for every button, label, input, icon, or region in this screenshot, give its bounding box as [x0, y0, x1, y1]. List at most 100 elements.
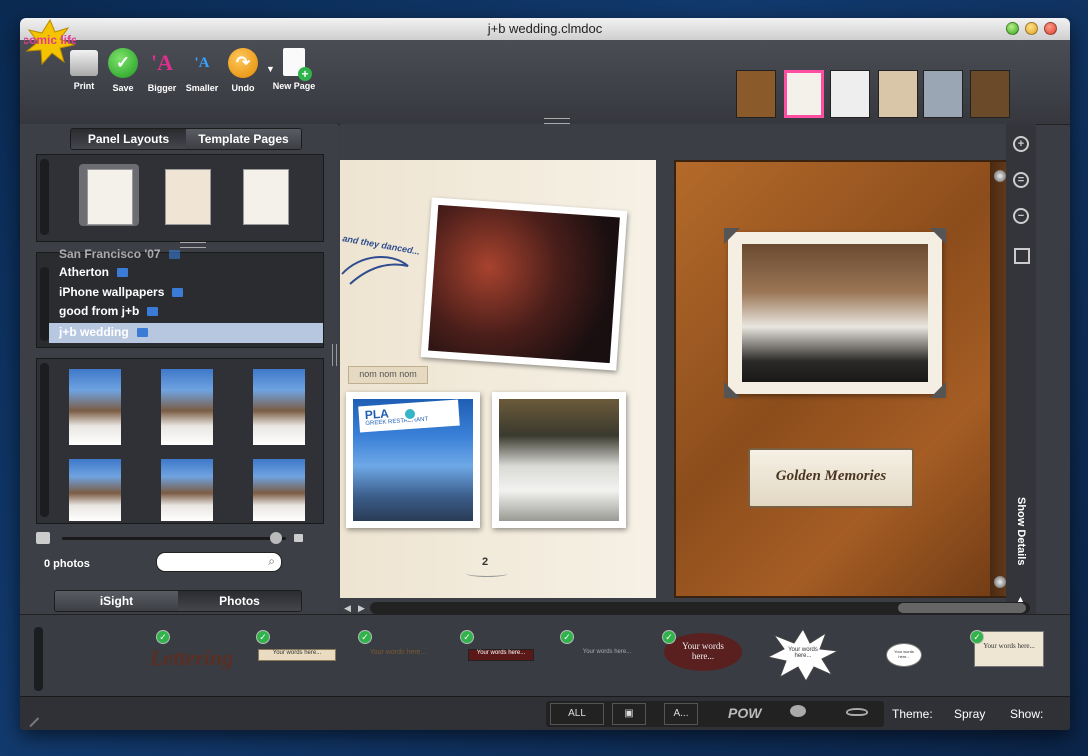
album-iphone-wallpapers[interactable]: iPhone wallpapers	[59, 283, 184, 302]
page-thumb-1[interactable]	[970, 70, 1010, 118]
tab-panel-layouts[interactable]: Panel Layouts	[71, 129, 186, 149]
photo-scrollbar[interactable]	[40, 363, 49, 517]
nom-caption: nom nom nom	[359, 369, 417, 379]
large-photo-icon	[36, 532, 50, 544]
cover-title-plate[interactable]: Golden Memories	[748, 448, 914, 508]
slider-knob[interactable]	[270, 532, 282, 544]
right-page[interactable]: Golden Memories	[674, 160, 1014, 598]
page-number: 2	[482, 556, 489, 568]
burst-balloon-item-7[interactable]: Your words here...	[766, 627, 840, 683]
fit-to-window-icon[interactable]	[1014, 248, 1030, 264]
new-page-dropdown-icon[interactable]: ▼	[266, 64, 275, 74]
zoom-actual-icon[interactable]: =	[1013, 172, 1029, 188]
filter-all[interactable]: ALL	[550, 703, 604, 725]
photo-thumb-1[interactable]	[69, 369, 121, 445]
caption-item-5[interactable]: Your words here...	[570, 649, 644, 659]
layout-thumb-3[interactable]	[243, 169, 289, 225]
lettering-item-1[interactable]: Lettering	[150, 641, 240, 673]
plus-badge-icon: +	[298, 67, 312, 81]
page-flourish-icon	[466, 570, 508, 577]
zoom-out-icon[interactable]: −	[1013, 208, 1029, 224]
cover-title: Golden Memories	[775, 468, 887, 484]
theme-label: Theme:	[892, 707, 933, 721]
tray-scrollbar[interactable]	[34, 627, 43, 691]
filter-text[interactable]: A...	[664, 703, 698, 725]
page-thumb-3[interactable]	[878, 70, 918, 118]
tab-photos[interactable]: Photos	[178, 591, 301, 611]
photo-thumb-3[interactable]	[253, 369, 305, 445]
cover-photo[interactable]	[724, 228, 946, 398]
zoom-in-icon[interactable]: +	[1013, 136, 1029, 152]
zoom-button[interactable]	[1006, 22, 1019, 35]
album-folder-icon	[147, 307, 159, 316]
window-resize-grip-icon[interactable]	[20, 708, 40, 728]
caption-balloon-item-9[interactable]: Your words here...	[974, 631, 1044, 667]
tab-isight[interactable]: iSight	[55, 591, 178, 611]
filter-mustache-icon[interactable]	[846, 708, 868, 716]
title-bar: j+b wedding.clmdoc	[20, 18, 1070, 41]
print-button[interactable]: Print	[64, 48, 104, 91]
left-page[interactable]: and they danced... nom nom nom PLA GREEK…	[340, 160, 656, 598]
filter-speech-icon[interactable]	[790, 705, 806, 717]
album-folder-icon	[172, 288, 184, 297]
photo-browser	[36, 358, 324, 524]
caption-item-4[interactable]: Your words here...	[468, 649, 534, 661]
nom-caption-box[interactable]: nom nom nom	[348, 366, 428, 384]
smaller-button[interactable]: 'A Smaller	[182, 48, 222, 94]
lettering-badge-1: ✓	[156, 630, 170, 644]
window-title: j+b wedding.clmdoc	[487, 21, 603, 36]
caption-item-2[interactable]: Your words here...	[258, 649, 336, 661]
layout-thumb-1[interactable]	[87, 169, 133, 225]
page-thumb-6[interactable]	[736, 70, 776, 118]
restaurant-photo[interactable]: PLA GREEK RESTAURANT	[346, 392, 480, 528]
photo-thumb-4[interactable]	[69, 459, 121, 521]
layout-thumb-2[interactable]	[165, 169, 211, 225]
filter-pow[interactable]: POW	[728, 705, 761, 721]
thought-balloon-item-8[interactable]: Your words here...	[886, 643, 922, 667]
minimize-button[interactable]	[1025, 22, 1038, 35]
photo-thumb-2[interactable]	[161, 369, 213, 445]
album-san-francisco[interactable]: San Francisco '07	[59, 245, 180, 264]
caption-badge-9: ✓	[970, 630, 984, 644]
page-thumb-2[interactable]	[923, 70, 963, 118]
save-button[interactable]: ✓ Save	[103, 48, 143, 93]
album-atherton[interactable]: Atherton	[59, 263, 128, 282]
show-details-toggle[interactable]: Show Details ▲	[1010, 497, 1032, 608]
caption-item-3[interactable]: Your words here...	[360, 649, 436, 659]
source-tabs: iSight Photos	[54, 590, 302, 612]
scroll-right-icon[interactable]: ▶	[358, 603, 365, 614]
dance-photo[interactable]	[420, 197, 628, 371]
caption-badge-3: ✓	[358, 630, 372, 644]
tab-template-pages[interactable]: Template Pages	[186, 129, 301, 149]
album-jb-wedding[interactable]: j+b wedding	[59, 323, 148, 342]
photo-search-field[interactable]: ⌕	[156, 552, 282, 572]
balloon-badge-6: ✓	[662, 630, 676, 644]
toolbar: comic life Print ✓ Save 'A Bigger 'A Sma…	[20, 18, 1070, 136]
photo-thumb-5[interactable]	[161, 459, 213, 521]
photo-thumb-6[interactable]	[253, 459, 305, 521]
panel-resize-handle[interactable]	[332, 344, 337, 366]
speech-pointer-knob[interactable]	[403, 407, 417, 421]
page-thumb-5[interactable]	[784, 70, 824, 118]
layout-scrollbar[interactable]	[40, 159, 49, 235]
hscroll-thumb[interactable]	[898, 603, 1026, 613]
template-tabs: Panel Layouts Template Pages	[70, 128, 302, 150]
filter-image-icon[interactable]: ▣	[612, 703, 646, 725]
close-button[interactable]	[1044, 22, 1057, 35]
new-page-button[interactable]: + New Page	[272, 48, 316, 91]
filter-spray[interactable]: Spray	[954, 707, 985, 721]
photo-size-slider[interactable]	[62, 532, 286, 544]
car-photo[interactable]	[492, 392, 626, 528]
canvas-hscroll[interactable]	[370, 602, 1030, 614]
undo-button[interactable]: ↷ Undo	[223, 48, 263, 93]
page-thumb-4[interactable]	[830, 70, 870, 118]
left-pane: Panel Layouts Template Pages San Francis…	[20, 124, 338, 614]
left-resize-grip[interactable]	[180, 242, 206, 248]
album-good-from-jb[interactable]: good from j+b	[59, 302, 159, 321]
bigger-button[interactable]: 'A Bigger	[142, 48, 182, 93]
caption-badge-2: ✓	[256, 630, 270, 644]
album-folder-icon	[117, 268, 128, 277]
album-scrollbar[interactable]	[40, 267, 49, 341]
corner-rivet-bottom	[994, 576, 1006, 588]
scroll-left-icon[interactable]: ◀	[344, 603, 351, 614]
